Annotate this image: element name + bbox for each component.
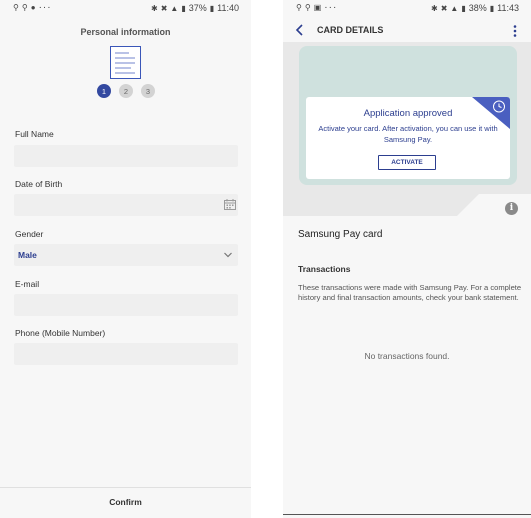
mute-icon: ✖ — [160, 3, 168, 13]
image-icon: ▣ — [313, 3, 322, 12]
nfc-icon: ⚲ — [304, 3, 311, 12]
document-icon — [110, 46, 141, 79]
personal-info-screen: ⚲ ⚲ ● ··· ✱ ✖ ▲ ▮ 37% ▮ 11:40 Personal i… — [0, 0, 251, 518]
notice-text: Activate your card. After activation, yo… — [318, 124, 498, 144]
dob-label: Date of Birth — [15, 179, 63, 189]
app-header: CARD DETAILS — [283, 18, 531, 42]
battery-percent: 38% — [468, 3, 487, 13]
mute-icon: ✖ — [440, 3, 448, 13]
gender-select[interactable]: Male — [14, 244, 238, 266]
transactions-description: These transactions were made with Samsun… — [298, 283, 522, 302]
gender-label: Gender — [15, 229, 44, 239]
card-area: Application approved Activate your card.… — [283, 42, 531, 216]
header-title: CARD DETAILS — [317, 25, 384, 35]
email-field[interactable] — [14, 294, 238, 316]
status-left-icons: ⚲ ⚲ ● ··· — [13, 1, 52, 13]
more-dots-icon: ··· — [38, 1, 52, 13]
info-icon[interactable]: i — [505, 202, 518, 215]
empty-transactions-message: No transactions found. — [364, 351, 450, 361]
full-name-label: Full Name — [15, 129, 54, 139]
approval-notice: Application approved Activate your card.… — [306, 97, 510, 179]
gender-value: Male — [18, 250, 37, 260]
step-indicator: 1 2 3 — [97, 84, 155, 98]
battery-percent: 37% — [188, 3, 207, 13]
back-arrow-icon[interactable] — [295, 24, 304, 36]
signal-icon: ⚲ — [13, 3, 19, 12]
more-vertical-icon[interactable] — [513, 25, 517, 37]
card-tab-notch — [457, 194, 531, 216]
page-title: Personal information — [80, 27, 171, 37]
battery-icon: ▮ — [209, 3, 215, 13]
footer-bar: Confirm — [0, 487, 251, 518]
status-bar: ⚲ ⚲ ● ··· ✱ ✖ ▲ ▮ 37% ▮ 11:40 — [0, 0, 251, 16]
wifi-icon: ▲ — [170, 3, 179, 13]
status-left-icons: ⚲ ⚲ ▣ ··· — [296, 1, 338, 13]
transactions-title: Transactions — [298, 264, 351, 274]
step-3: 3 — [141, 84, 155, 98]
clock-time: 11:43 — [497, 3, 519, 13]
status-bar: ⚲ ⚲ ▣ ··· ✱ ✖ ▲ ▮ 38% ▮ 11:43 — [283, 0, 531, 16]
status-right-icons: ✱ ✖ ▲ ▮ 37% ▮ 11:40 — [151, 3, 239, 13]
step-1: 1 — [97, 84, 111, 98]
step-2: 2 — [119, 84, 133, 98]
bluetooth-icon: ✱ — [150, 3, 158, 13]
samsung-pay-card-image[interactable]: Application approved Activate your card.… — [299, 46, 517, 185]
chevron-down-icon — [224, 252, 232, 258]
bluetooth-icon: ✱ — [430, 3, 438, 13]
messenger-icon: ● — [30, 3, 36, 12]
phone-field[interactable] — [14, 343, 238, 365]
email-label: E-mail — [15, 279, 40, 289]
wifi-icon: ▲ — [450, 3, 459, 13]
clock-time: 11:40 — [217, 3, 239, 13]
nfc-icon: ⚲ — [21, 3, 28, 12]
full-name-field[interactable] — [14, 145, 238, 167]
signal-icon: ⚲ — [296, 3, 302, 12]
cellular-icon: ▮ — [461, 3, 466, 13]
dob-field[interactable] — [14, 194, 238, 216]
activate-button[interactable]: ACTIVATE — [378, 155, 436, 170]
phone-label: Phone (Mobile Number) — [15, 328, 106, 338]
status-right-icons: ✱ ✖ ▲ ▮ 38% ▮ 11:43 — [431, 3, 519, 13]
more-dots-icon: ··· — [324, 1, 338, 13]
card-details-screen: ⚲ ⚲ ▣ ··· ✱ ✖ ▲ ▮ 38% ▮ 11:43 CARD DETAI… — [283, 0, 531, 518]
battery-icon: ▮ — [489, 3, 495, 13]
bottom-divider — [283, 514, 531, 518]
confirm-button[interactable]: Confirm — [0, 497, 251, 507]
cellular-icon: ▮ — [181, 3, 186, 13]
notice-title: Application approved — [363, 108, 453, 119]
calendar-icon[interactable] — [224, 199, 236, 210]
card-name: Samsung Pay card — [298, 229, 383, 240]
